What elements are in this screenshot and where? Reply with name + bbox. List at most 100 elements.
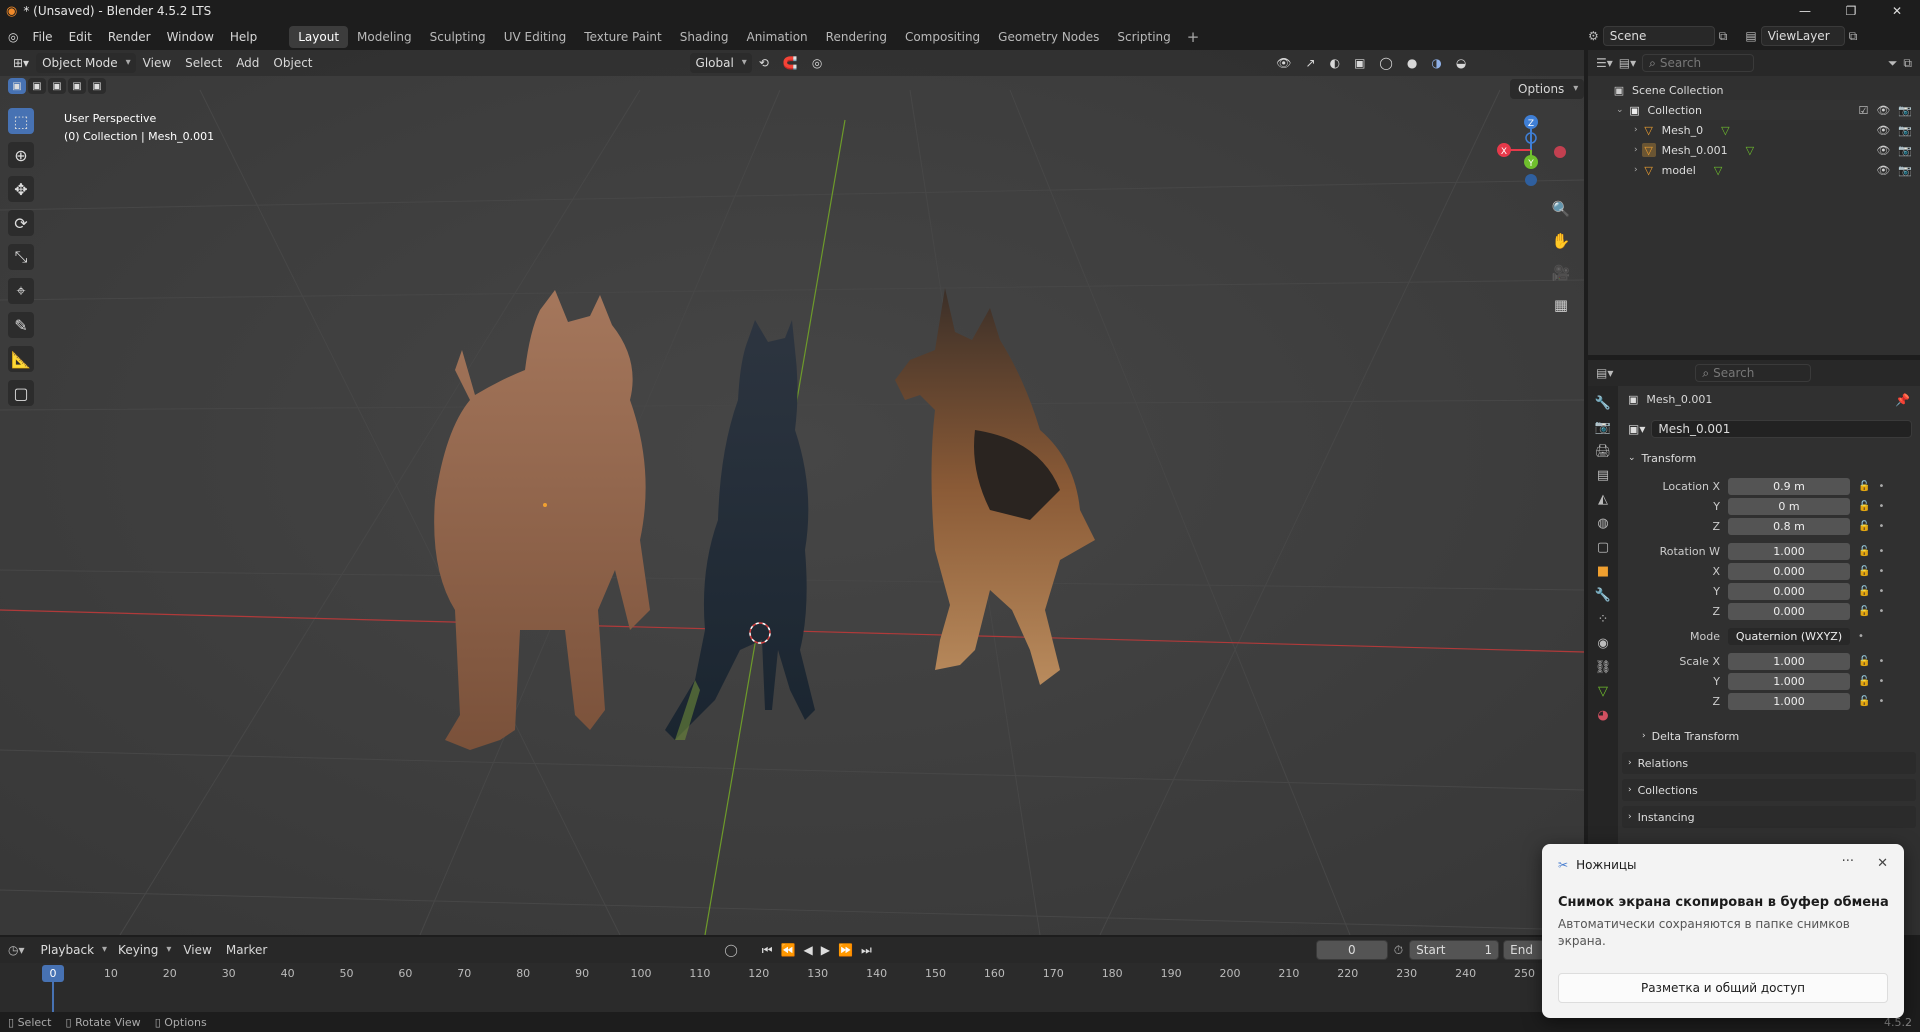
annotate-tool-icon[interactable]: ✎ [8, 312, 34, 338]
location-y-field[interactable]: 0 m [1728, 497, 1850, 515]
view-layer-tab-icon[interactable]: ▤ [1593, 468, 1613, 483]
jump-end-icon[interactable]: ⏭ [861, 943, 872, 958]
instancing-section[interactable]: › Instancing [1622, 806, 1916, 828]
keyframe-dot-icon[interactable]: • [1878, 521, 1884, 532]
play-icon[interactable]: ▶ [821, 943, 830, 957]
orientation-dropdown[interactable]: Global [689, 53, 752, 73]
lock-icon[interactable]: 🔓 [1858, 566, 1870, 577]
markup-share-button[interactable]: Разметка и общий доступ [1558, 973, 1888, 1003]
scale-y-field[interactable]: 1.000 [1728, 672, 1850, 690]
output-tab-icon[interactable]: 🖨 [1593, 444, 1613, 459]
keyframe-dot-icon[interactable]: • [1878, 501, 1884, 512]
outliner-scene-collection[interactable]: ▣ Scene Collection [1588, 80, 1920, 100]
object-tab-icon[interactable]: ■ [1593, 564, 1613, 579]
visibility-eye-icon[interactable]: 👁 [1876, 124, 1890, 137]
location-z-field[interactable]: 0.8 m [1728, 517, 1850, 535]
visibility-eye-icon[interactable]: 👁 [1876, 164, 1890, 177]
keyframe-dot-icon[interactable]: • [1878, 676, 1884, 687]
tab-sculpting[interactable]: Sculpting [421, 26, 495, 48]
perspective-toggle-icon[interactable]: ▦ [1548, 292, 1574, 318]
pan-hand-icon[interactable]: ✋ [1548, 228, 1574, 254]
exclude-checkbox[interactable]: ☑ [1858, 104, 1868, 117]
scale-tool-icon[interactable]: ⤡ [8, 244, 34, 270]
jump-keyframe-forward-icon[interactable]: ⏩ [838, 943, 853, 957]
scene-tab-icon[interactable]: ◭ [1593, 492, 1613, 507]
mesh-data-icon[interactable]: ▽ [1714, 164, 1722, 177]
playback-menu[interactable]: Playback [35, 940, 113, 960]
timeline-ruler[interactable]: 10 20 30 40 50 60 70 80 90 100 110 120 130 140 150 160 1… [0, 963, 1584, 985]
outliner-object-mesh0001[interactable]: › ▽ Mesh_0.001 ▽ 👁 📷 [1588, 140, 1920, 160]
collapse-arrow-icon[interactable]: › [1634, 145, 1638, 155]
keying-menu[interactable]: Keying [112, 940, 176, 960]
transform-tool-icon[interactable]: ⌖ [8, 278, 34, 304]
cursor-tool-icon[interactable]: ⊕ [8, 142, 34, 168]
gizmo-icon[interactable]: ↗ [1299, 53, 1323, 73]
mesh-data-icon[interactable]: ▽ [1721, 124, 1729, 137]
outliner-object-model[interactable]: › ▽ model ▽ 👁 📷 [1588, 160, 1920, 180]
scale-x-field[interactable]: 1.000 [1728, 652, 1850, 670]
delta-transform-section[interactable]: › Delta Transform [1636, 725, 1916, 747]
select-subtract-icon[interactable]: ▣ [48, 78, 66, 94]
select-new-icon[interactable]: ▣ [8, 78, 26, 94]
keyframe-dot-icon[interactable]: • [1878, 546, 1884, 557]
proportional-edit-icon[interactable]: ◎ [805, 53, 829, 73]
snipping-tool-notification[interactable]: ✂ Ножницы ··· ✕ Снимок экрана скопирован… [1542, 844, 1904, 1018]
rotation-z-field[interactable]: 0.000 [1728, 602, 1850, 620]
lock-icon[interactable]: 🔓 [1858, 696, 1870, 707]
menu-file[interactable]: File [24, 26, 60, 48]
particles-tab-icon[interactable]: ⁘ [1593, 612, 1613, 627]
lock-icon[interactable]: 🔓 [1858, 501, 1870, 512]
relations-section[interactable]: › Relations [1622, 752, 1916, 774]
collapse-arrow-icon[interactable]: › [1634, 125, 1638, 135]
tab-layout[interactable]: Layout [289, 26, 349, 48]
menu-window[interactable]: Window [159, 26, 222, 48]
expand-arrow-icon[interactable]: ⌄ [1616, 105, 1624, 115]
tab-texture-paint[interactable]: Texture Paint [575, 26, 670, 48]
options-dropdown[interactable]: Options [1510, 79, 1585, 99]
mode-dropdown[interactable]: Object Mode [36, 53, 136, 73]
rotation-y-field[interactable]: 0.000 [1728, 582, 1850, 600]
rotation-x-field[interactable]: 0.000 [1728, 562, 1850, 580]
mesh-data-icon[interactable]: ▽ [1746, 144, 1754, 157]
render-camera-icon[interactable]: 📷 [1898, 164, 1912, 177]
stopwatch-icon[interactable]: ⏱ [1394, 943, 1403, 958]
tab-shading[interactable]: Shading [671, 26, 738, 48]
minimize-button[interactable]: — [1782, 0, 1828, 22]
rotation-mode-dropdown[interactable]: Quaternion (WXYZ) [1728, 627, 1850, 645]
tab-uv-editing[interactable]: UV Editing [495, 26, 576, 48]
filter-icon[interactable]: ⏷ [1888, 56, 1898, 71]
properties-editor-icon[interactable]: ▤▾ [1596, 366, 1613, 380]
tool-tab-icon[interactable]: 🔧 [1593, 396, 1613, 411]
select-extend-icon[interactable]: ▣ [28, 78, 46, 94]
menu-render[interactable]: Render [100, 26, 159, 48]
material-tab-icon[interactable]: ◕ [1593, 708, 1613, 723]
viewport-menu-select[interactable]: Select [178, 53, 229, 73]
shading-solid-icon[interactable]: ● [1400, 53, 1424, 73]
datablock-type-icon[interactable]: ▣▾ [1628, 422, 1645, 436]
add-workspace-button[interactable]: + [1180, 28, 1207, 46]
collection-tab-icon[interactable]: ▢ [1593, 540, 1613, 555]
3d-viewport[interactable] [0, 50, 1584, 935]
display-mode-icon[interactable]: ▤▾ [1619, 56, 1636, 70]
measure-tool-icon[interactable]: 📐 [8, 346, 34, 372]
lock-icon[interactable]: 🔓 [1858, 586, 1870, 597]
collections-section[interactable]: › Collections [1622, 779, 1916, 801]
current-frame-field[interactable]: 0 [1315, 940, 1388, 960]
viewport-menu-object[interactable]: Object [266, 53, 319, 73]
visibility-eye-icon[interactable]: 👁 [1876, 144, 1890, 157]
outliner-search-input[interactable]: ⌕ Search [1642, 54, 1755, 72]
data-tab-icon[interactable]: ▽ [1593, 684, 1613, 699]
select-intersect-icon[interactable]: ▣ [88, 78, 106, 94]
keyframe-dot-icon[interactable]: • [1878, 566, 1884, 577]
render-camera-icon[interactable]: 📷 [1898, 124, 1912, 137]
more-options-button[interactable]: ··· [1842, 854, 1854, 869]
shading-rendered-icon[interactable]: ◒ [1449, 53, 1473, 73]
jump-start-icon[interactable]: ⏮ [762, 943, 773, 958]
constraints-tab-icon[interactable]: ⛓ [1593, 660, 1613, 675]
lock-icon[interactable]: 🔓 [1858, 676, 1870, 687]
shading-material-icon[interactable]: ◑ [1424, 53, 1448, 73]
select-box-tool-icon[interactable]: ⬚ [8, 108, 34, 134]
scene-field[interactable]: Scene [1602, 26, 1715, 46]
render-tab-icon[interactable]: 📷 [1593, 420, 1613, 435]
shading-wireframe-icon[interactable]: ◯ [1372, 53, 1399, 73]
